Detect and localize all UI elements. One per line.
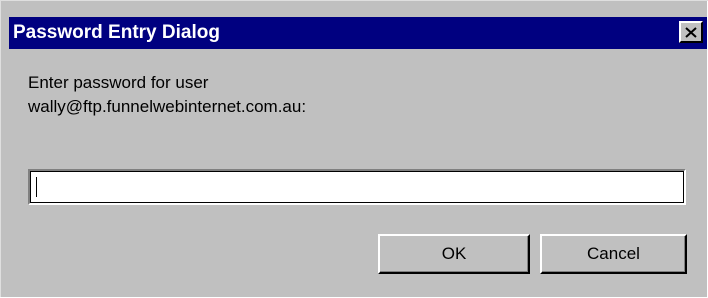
password-entry-dialog: Password Entry Dialog Enter password for… <box>0 0 708 298</box>
password-prompt: Enter password for user wally@ftp.funnel… <box>28 71 306 119</box>
text-caret <box>36 177 37 197</box>
prompt-line-2: wally@ftp.funnelwebinternet.com.au: <box>28 97 307 116</box>
title-bar[interactable]: Password Entry Dialog <box>9 17 708 49</box>
dialog-title: Password Entry Dialog <box>13 22 220 43</box>
password-field[interactable] <box>28 169 686 205</box>
prompt-line-1: Enter password for user <box>28 73 209 92</box>
close-button[interactable] <box>679 21 703 43</box>
cancel-button[interactable]: Cancel <box>540 234 687 274</box>
close-icon <box>685 26 697 38</box>
ok-button[interactable]: OK <box>378 234 530 274</box>
